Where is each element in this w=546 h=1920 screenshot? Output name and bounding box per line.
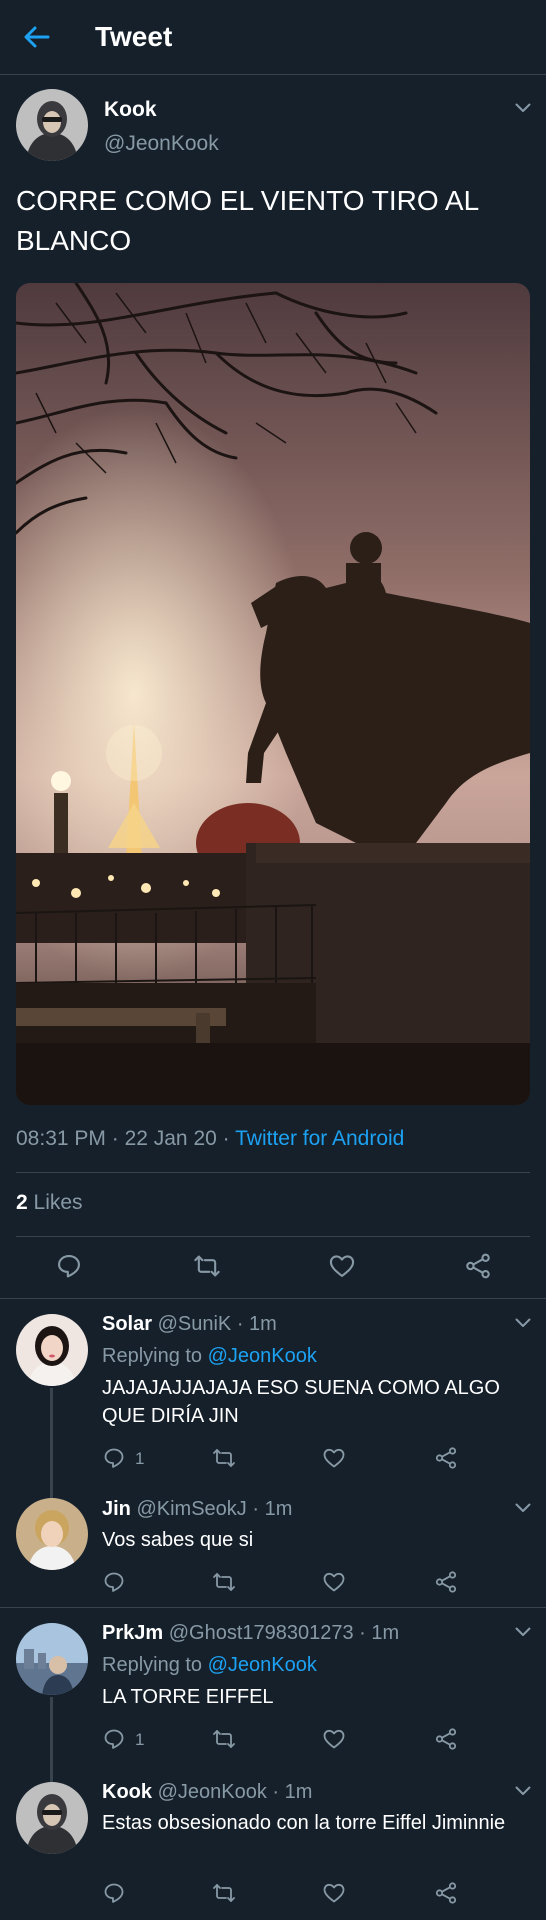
like-icon[interactable] — [322, 1446, 346, 1470]
back-arrow-icon[interactable] — [22, 22, 52, 52]
reply-author-handle[interactable]: @JeonKook — [158, 1781, 267, 1803]
chevron-down-icon[interactable] — [515, 1627, 531, 1637]
reply-author-name[interactable]: Kook — [102, 1781, 152, 1803]
likes-label: Likes — [33, 1191, 83, 1214]
section-divider — [0, 1607, 546, 1608]
replying-to-label: Replying to — [102, 1345, 203, 1367]
divider — [16, 1172, 530, 1173]
share-icon[interactable] — [434, 1881, 458, 1905]
chevron-down-icon[interactable] — [515, 1503, 531, 1513]
page-title: Tweet — [95, 21, 173, 52]
author-handle[interactable]: @JeonKook — [104, 132, 219, 156]
avatar[interactable] — [16, 1782, 88, 1854]
reply-author-handle[interactable]: @Ghost1798301273 — [169, 1622, 354, 1644]
chevron-down-icon[interactable] — [515, 1318, 531, 1328]
replying-to-link[interactable]: @JeonKook — [208, 1345, 317, 1367]
avatar[interactable] — [16, 1623, 88, 1695]
top-bar: Tweet — [0, 0, 546, 75]
likes-count: 2 — [16, 1191, 28, 1214]
retweet-icon[interactable] — [212, 1446, 236, 1470]
reply-icon[interactable] — [102, 1570, 126, 1594]
reply-header: PrkJm @Ghost1798301273 · 1m — [102, 1622, 400, 1644]
like-icon[interactable] — [328, 1252, 356, 1280]
reply-text: LA TORRE EIFFEL — [102, 1686, 274, 1708]
reply-count: 1 — [135, 1449, 145, 1468]
like-icon[interactable] — [322, 1727, 346, 1751]
reply-header: Kook @JeonKook · 1m — [102, 1781, 313, 1803]
replying-to-label: Replying to — [102, 1654, 203, 1676]
reply-author-handle[interactable]: @SuniK — [158, 1313, 232, 1335]
reply-time: 1m — [284, 1781, 313, 1803]
retweet-icon[interactable] — [212, 1727, 236, 1751]
tweet-date: 22 Jan 20 — [124, 1127, 217, 1150]
share-icon[interactable] — [464, 1252, 492, 1280]
reply-text: JAJAJAJJAJAJA ESO SUENA COMO ALGO QUE DI… — [102, 1377, 500, 1427]
thread-line — [50, 1388, 53, 1500]
reply-time: 1m — [264, 1498, 293, 1520]
divider — [16, 1236, 530, 1237]
likes-stat[interactable]: 2 Likes — [16, 1191, 83, 1215]
reply-text: Estas obsesionado con la torre Eiffel Ji… — [102, 1812, 506, 1834]
replying-to-line: Replying to @JeonKook — [102, 1345, 317, 1368]
reply-icon[interactable] — [102, 1881, 126, 1905]
replying-to-link[interactable]: @JeonKook — [208, 1654, 317, 1676]
reply-icon[interactable] — [102, 1727, 126, 1751]
retweet-icon[interactable] — [212, 1570, 236, 1594]
tweet-source-link[interactable]: Twitter for Android — [235, 1127, 404, 1150]
chevron-down-icon[interactable] — [515, 103, 531, 113]
reply-time: 1m — [249, 1313, 277, 1335]
reply-count: 1 — [135, 1730, 145, 1749]
replying-to-line: Replying to @JeonKook — [102, 1654, 317, 1677]
reply-author-name[interactable]: Jin — [102, 1498, 131, 1520]
avatar[interactable] — [16, 1498, 88, 1570]
tweet-photo[interactable] — [16, 283, 530, 1105]
reply-author-name[interactable]: Solar — [102, 1313, 152, 1335]
like-icon[interactable] — [322, 1881, 346, 1905]
reply-text: Vos sabes que si — [102, 1529, 254, 1551]
share-icon[interactable] — [434, 1727, 458, 1751]
retweet-icon[interactable] — [212, 1881, 236, 1905]
retweet-icon[interactable] — [193, 1252, 221, 1280]
author-name[interactable]: Kook — [104, 98, 157, 122]
reply-icon[interactable] — [102, 1446, 126, 1470]
share-icon[interactable] — [434, 1570, 458, 1594]
reply-author-name[interactable]: PrkJm — [102, 1622, 163, 1644]
reply-author-handle[interactable]: @KimSeokJ — [136, 1498, 246, 1520]
reply-header: Solar @SuniK · 1m — [102, 1313, 277, 1335]
share-icon[interactable] — [434, 1446, 458, 1470]
tweet-text: CORRE COMO EL VIENTO TIRO AL BLANCO — [16, 185, 479, 256]
reply-header: Jin @KimSeokJ · 1m — [102, 1498, 293, 1520]
chevron-down-icon[interactable] — [515, 1786, 531, 1796]
avatar[interactable] — [16, 1314, 88, 1386]
avatar[interactable] — [16, 89, 88, 161]
tweet-time: 08:31 PM — [16, 1127, 106, 1150]
reply-time: 1m — [371, 1622, 400, 1644]
section-divider — [0, 1298, 546, 1299]
reply-icon[interactable] — [55, 1252, 83, 1280]
like-icon[interactable] — [322, 1570, 346, 1594]
tweet-meta: 08:31 PM · 22 Jan 20 · Twitter for Andro… — [16, 1127, 405, 1150]
